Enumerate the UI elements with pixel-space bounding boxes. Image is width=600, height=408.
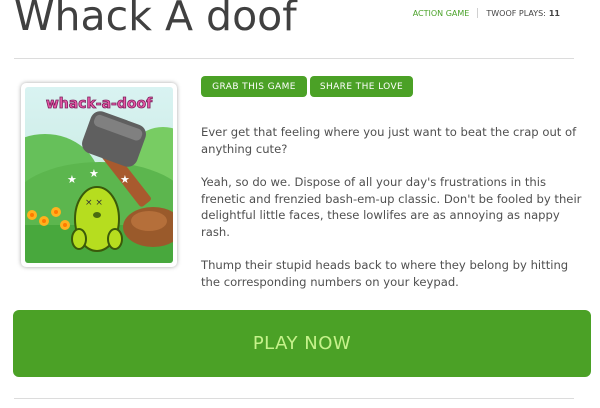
thumbnail-logo-text: whack-a-doof [46,96,153,112]
play-now-button[interactable]: PLAY NOW [13,310,591,377]
description-paragraph-1: Ever get that feeling where you just wan… [201,125,577,156]
grab-game-button[interactable]: GRAB THIS GAME [201,76,307,97]
game-thumbnail-art: ★ ★ ★ × × whack-a-doof [25,87,173,263]
category-link[interactable]: ACTION GAME [413,9,470,18]
svg-text:★: ★ [89,167,99,180]
svg-text:★: ★ [120,173,130,186]
game-thumbnail-frame[interactable]: ★ ★ ★ × × whack-a-doof [21,83,177,267]
game-thumbnail[interactable]: ★ ★ ★ × × whack-a-doof [25,87,173,263]
meta-divider [477,8,479,18]
game-description: Ever get that feeling where you just wan… [201,124,586,307]
svg-text:★: ★ [67,173,77,186]
page-title: Whack A doof [14,0,297,40]
share-love-button[interactable]: SHARE THE LOVE [310,76,413,97]
plays-count: 11 [548,8,560,18]
plays-label: TWOOF PLAYS: 11 [486,8,560,18]
description-paragraph-2: Yeah, so do we. Dispose of all your day'… [201,175,582,239]
top-divider [14,58,574,59]
svg-text:× ×: × × [85,198,103,208]
game-meta: ACTION GAME TWOOF PLAYS: 11 [413,8,560,18]
bottom-divider [14,398,574,399]
description-paragraph-3: Thump their stupid heads back to where t… [201,258,569,289]
